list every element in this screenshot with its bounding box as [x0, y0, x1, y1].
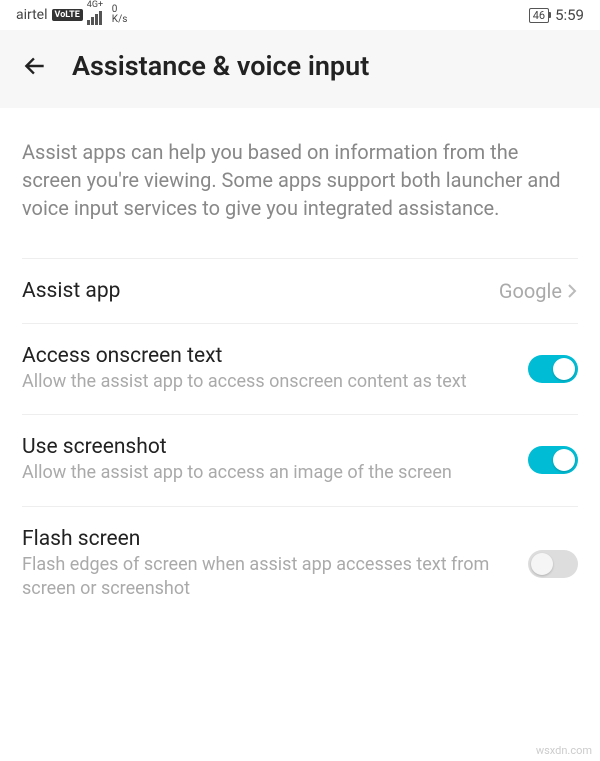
- flash-screen-sub: Flash edges of screen when assist app ac…: [22, 553, 528, 602]
- access-text-sub: Allow the assist app to access onscreen …: [22, 370, 528, 394]
- battery-icon: 46: [529, 8, 549, 23]
- assist-app-row[interactable]: Assist app Google: [0, 259, 600, 323]
- access-text-label: Access onscreen text: [22, 344, 528, 368]
- assist-app-label: Assist app: [22, 279, 499, 303]
- description-text: Assist apps can help you based on inform…: [0, 108, 600, 258]
- assist-app-value: Google: [499, 279, 562, 303]
- use-screenshot-toggle[interactable]: [528, 446, 578, 474]
- signal-icon: 4G+: [87, 5, 102, 25]
- back-arrow-icon[interactable]: [22, 53, 48, 79]
- clock: 5:59: [555, 6, 584, 24]
- app-header: Assistance & voice input: [0, 30, 600, 108]
- watermark: wsxdn.com: [536, 744, 592, 757]
- status-bar: airtel VoLTE 4G+ 0 K/s 46 5:59: [0, 0, 600, 30]
- page-title: Assistance & voice input: [72, 50, 369, 82]
- volte-badge: VoLTE: [52, 9, 83, 21]
- status-right: 46 5:59: [529, 6, 584, 24]
- use-screenshot-label: Use screenshot: [22, 435, 528, 459]
- status-left: airtel VoLTE 4G+ 0 K/s: [16, 5, 127, 25]
- carrier-label: airtel: [16, 7, 48, 23]
- flash-screen-toggle[interactable]: [528, 550, 578, 578]
- flash-screen-label: Flash screen: [22, 527, 528, 551]
- use-screenshot-row[interactable]: Use screenshot Allow the assist app to a…: [0, 415, 600, 505]
- chevron-right-icon: [566, 282, 578, 300]
- content: Assist apps can help you based on inform…: [0, 108, 600, 621]
- data-rate: 0 K/s: [112, 5, 128, 25]
- access-text-row[interactable]: Access onscreen text Allow the assist ap…: [0, 324, 600, 414]
- flash-screen-row[interactable]: Flash screen Flash edges of screen when …: [0, 507, 600, 622]
- use-screenshot-sub: Allow the assist app to access an image …: [22, 461, 528, 485]
- access-text-toggle[interactable]: [528, 355, 578, 383]
